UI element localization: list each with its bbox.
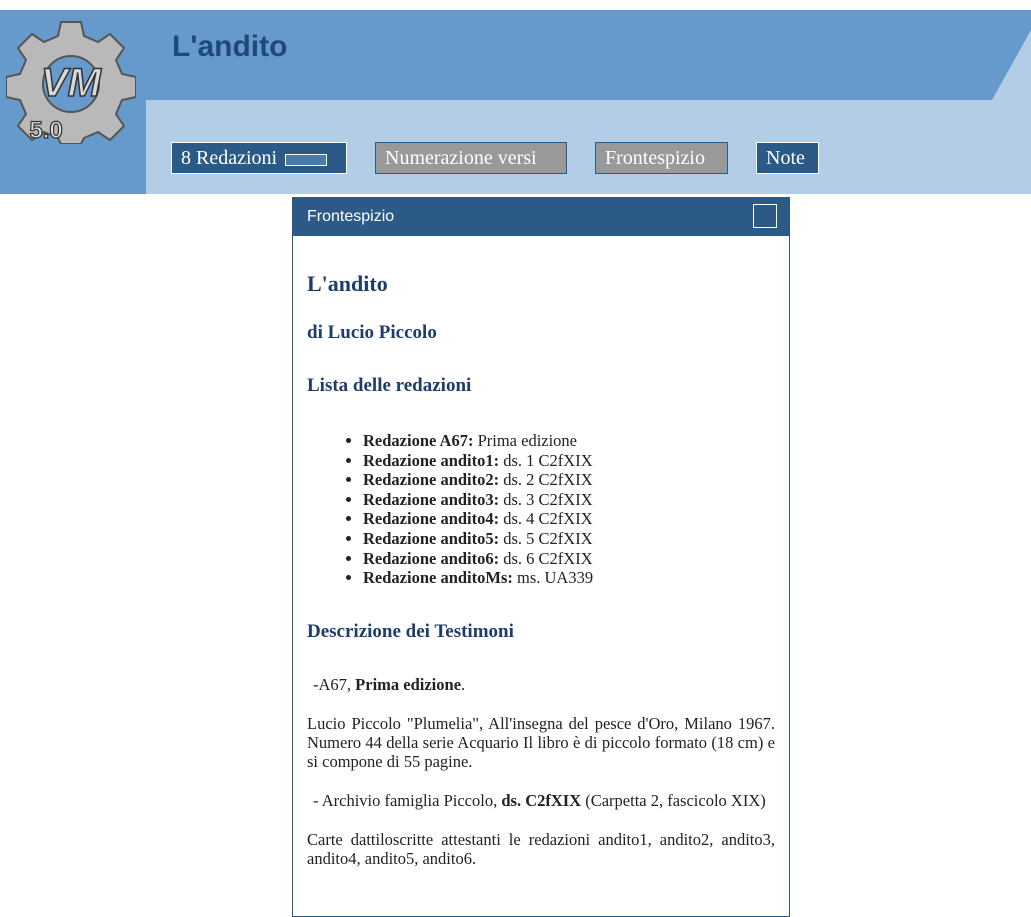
testimoni-heading: Descrizione dei Testimoni (307, 620, 514, 642)
testimone-a67-title: -A67, Prima edizione. (313, 674, 466, 694)
header-title-band (0, 10, 1031, 100)
numerazione-versi-button[interactable]: Numerazione versi (375, 142, 567, 174)
panel-header: Frontespizio (293, 198, 789, 236)
numerazione-label: Numerazione versi (385, 146, 537, 169)
logo-letters: VM (41, 61, 103, 105)
list-item: Redazione andito3: ds. 3 C2fXIX (363, 490, 775, 510)
list-item: Redazione A67: Prima edizione (363, 431, 775, 451)
app-title: L'andito (172, 30, 288, 63)
redazioni-label: 8 Redazioni (181, 146, 278, 169)
list-item: Redazione anditoMs: ms. UA339 (363, 568, 775, 588)
frontespizio-button[interactable]: Frontespizio (595, 142, 728, 174)
author-heading: di Lucio Piccolo (307, 322, 437, 343)
dropdown-indicator-icon (285, 154, 328, 166)
vm-logo-icon: VM 5.0 (6, 21, 136, 144)
top-strip (0, 0, 1031, 10)
note-button[interactable]: Note (756, 142, 819, 174)
redazioni-list: Redazione A67: Prima edizione Redazione … (307, 431, 775, 588)
logo-version: 5.0 (29, 117, 62, 144)
redazioni-button[interactable]: 8 Redazioni (171, 142, 347, 174)
testimone-a67-description: Lucio Piccolo "Plumelia", All'insegna de… (307, 713, 775, 771)
close-panel-icon[interactable] (753, 204, 777, 228)
panel-title: Frontespizio (307, 208, 395, 225)
testimone-archivio-description: Carte dattiloscritte attestanti le redaz… (307, 829, 775, 868)
work-title: L'andito (307, 271, 388, 296)
frontespizio-panel: Frontespizio L'andito di Lucio Piccolo L… (292, 197, 790, 917)
list-item: Redazione andito4: ds. 4 C2fXIX (363, 509, 775, 529)
frontespizio-label: Frontespizio (605, 146, 705, 169)
list-item: Redazione andito5: ds. 5 C2fXIX (363, 529, 775, 549)
list-heading: Lista delle redazioni (307, 375, 472, 396)
testimone-archivio-title: - Archivio famiglia Piccolo, ds. C2fXIX … (313, 790, 766, 810)
note-label: Note (766, 146, 805, 169)
panel-body: L'andito di Lucio Piccolo Lista delle re… (293, 271, 789, 868)
list-item: Redazione andito2: ds. 2 C2fXIX (363, 470, 775, 490)
list-item: Redazione andito1: ds. 1 C2fXIX (363, 451, 775, 471)
list-item: Redazione andito6: ds. 6 C2fXIX (363, 549, 775, 569)
